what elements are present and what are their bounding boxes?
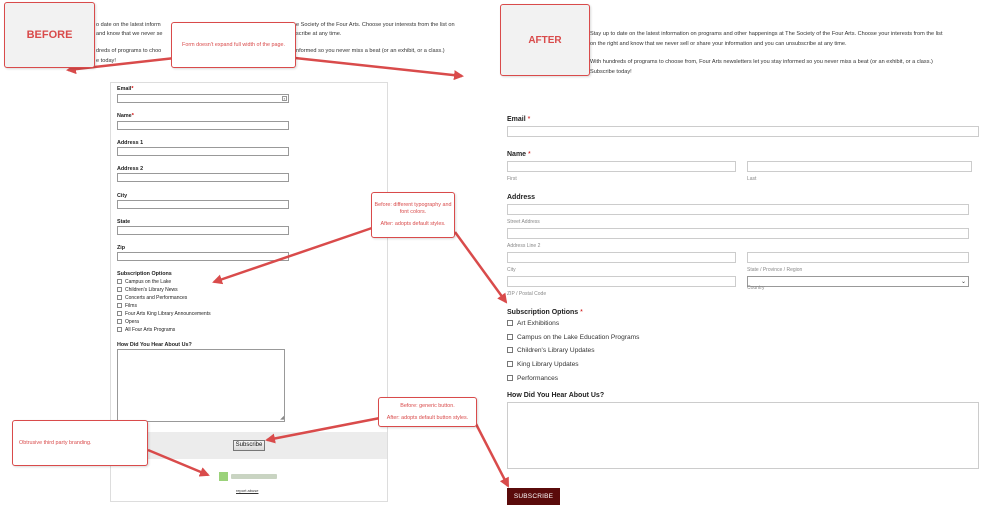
before-intro-line: o date on the latest inform	[96, 22, 161, 28]
after-street-sublabel: Street Address	[507, 219, 540, 225]
note-button: Before: generic button. After: adopts de…	[378, 397, 477, 427]
after-line2-input[interactable]	[507, 228, 969, 239]
after-option-label: Campus on the Lake Education Programs	[517, 334, 640, 341]
after-option-label: Performances	[517, 375, 559, 382]
before-state-input[interactable]	[117, 226, 289, 235]
after-email-label: Email *	[507, 116, 531, 123]
before-subscription-title: Subscription Options	[117, 271, 172, 277]
after-option-label: Art Exhibitions	[517, 320, 560, 327]
note-width: Form doesn't expand full width of the pa…	[171, 22, 296, 68]
note-branding: Obtrusive third party branding.	[12, 420, 148, 466]
after-option-label: King Library Updates	[517, 361, 579, 368]
arrow-button-to-after	[474, 423, 510, 488]
before-email-input[interactable]: ▪	[117, 94, 289, 103]
before-address1-label: Address 1	[117, 140, 144, 146]
after-hear-textarea[interactable]	[507, 402, 979, 469]
after-line2-sublabel: Address Line 2	[507, 243, 541, 249]
after-zip-input[interactable]	[507, 276, 736, 287]
before-zip-label: Zip	[117, 245, 126, 251]
before-hear-label: How Did You Hear About Us?	[117, 342, 192, 348]
before-zip-input[interactable]	[117, 252, 289, 261]
after-tag: AFTER	[500, 4, 590, 76]
after-name-label: Name *	[507, 151, 531, 158]
before-address2-label: Address 2	[117, 166, 144, 172]
before-option-checkbox[interactable]	[117, 327, 122, 332]
before-option-checkbox[interactable]	[117, 311, 122, 316]
after-subscribe-button[interactable]: SUBSCRIBE	[507, 488, 560, 505]
before-option-label: Campus on the Lake	[125, 279, 172, 285]
after-last-name-input[interactable]	[747, 161, 972, 172]
before-intro-line: e Society of the Four Arts. Choose your …	[296, 22, 455, 28]
before-hear-textarea[interactable]: ◢	[117, 349, 285, 422]
before-intro-line: dreds of programs to choo	[96, 48, 162, 54]
before-option-checkbox[interactable]	[117, 319, 122, 324]
after-city-input[interactable]	[507, 252, 736, 263]
before-option-checkbox[interactable]	[117, 287, 122, 292]
note-typography: Before: different typography and font co…	[371, 192, 455, 238]
before-option-label: Children's Library News	[125, 287, 178, 293]
after-option-checkbox[interactable]	[507, 361, 513, 367]
before-option-checkbox[interactable]	[117, 303, 122, 308]
before-name-input[interactable]	[117, 121, 289, 130]
after-intro-line: Subscribe today!	[590, 69, 632, 75]
after-option-checkbox[interactable]	[507, 320, 513, 326]
after-first-sublabel: First	[507, 176, 517, 182]
after-intro-line: With hundreds of programs to choose from…	[590, 59, 933, 65]
chevron-down-icon: ⌄	[960, 279, 966, 285]
after-intro-line: on the right and know that we never sell…	[590, 41, 847, 47]
logo-mark-icon	[219, 472, 228, 481]
third-party-logo	[219, 472, 279, 481]
before-state-label: State	[117, 219, 131, 225]
after-street-input[interactable]	[507, 204, 969, 215]
before-intro-line: nformed so you never miss a beat (or an …	[296, 48, 445, 54]
after-city-sublabel: City	[507, 267, 516, 273]
after-state-input[interactable]	[747, 252, 969, 263]
before-tag: BEFORE	[4, 2, 95, 68]
before-option-label: Films	[125, 303, 137, 309]
before-address2-input[interactable]	[117, 173, 289, 182]
before-option-label: Concerts and Performances	[125, 295, 188, 301]
before-option-checkbox[interactable]	[117, 295, 122, 300]
before-intro-line: scribe at any time.	[296, 31, 342, 37]
after-hear-label: How Did You Hear About Us?	[507, 392, 605, 399]
report-abuse-link[interactable]: report abuse	[236, 488, 258, 493]
before-name-label: Name*	[117, 113, 134, 119]
after-option-label: Children's Library Updates	[517, 347, 595, 354]
before-city-input[interactable]	[117, 200, 289, 209]
after-option-checkbox[interactable]	[507, 347, 513, 353]
after-option-checkbox[interactable]	[507, 375, 513, 381]
after-subscription-title: Subscription Options *	[507, 309, 583, 316]
after-option-checkbox[interactable]	[507, 334, 513, 340]
before-option-checkbox[interactable]	[117, 279, 122, 284]
after-country-sublabel: Country	[747, 285, 765, 291]
arrow-typography-to-after	[453, 231, 508, 304]
before-intro-line: e today!	[96, 58, 116, 64]
after-first-name-input[interactable]	[507, 161, 736, 172]
after-address-label: Address	[507, 194, 536, 201]
after-email-input[interactable]	[507, 126, 979, 137]
logo-wordmark	[231, 474, 277, 479]
after-intro-line: Stay up to date on the latest informatio…	[590, 31, 943, 37]
before-address1-input[interactable]	[117, 147, 289, 156]
before-city-label: City	[117, 193, 128, 199]
before-option-label: All Four Arts Programs	[125, 327, 176, 333]
after-last-sublabel: Last	[747, 176, 757, 182]
before-email-label: Email*	[117, 86, 134, 92]
before-option-label: Opera	[125, 319, 139, 325]
before-subscribe-button[interactable]: Subscribe	[233, 440, 265, 451]
autofill-icon: ▪	[282, 96, 287, 101]
resize-handle-icon[interactable]: ◢	[280, 416, 284, 421]
before-option-label: Four Arts King Library Announcements	[125, 311, 211, 317]
before-intro-line: and know that we never se	[96, 31, 163, 37]
arrow-width-to-after	[294, 56, 464, 81]
after-country-select[interactable]: ⌄	[747, 276, 969, 287]
after-state-sublabel: State / Province / Region	[747, 267, 803, 273]
after-zip-sublabel: ZIP / Postal Code	[507, 291, 547, 297]
